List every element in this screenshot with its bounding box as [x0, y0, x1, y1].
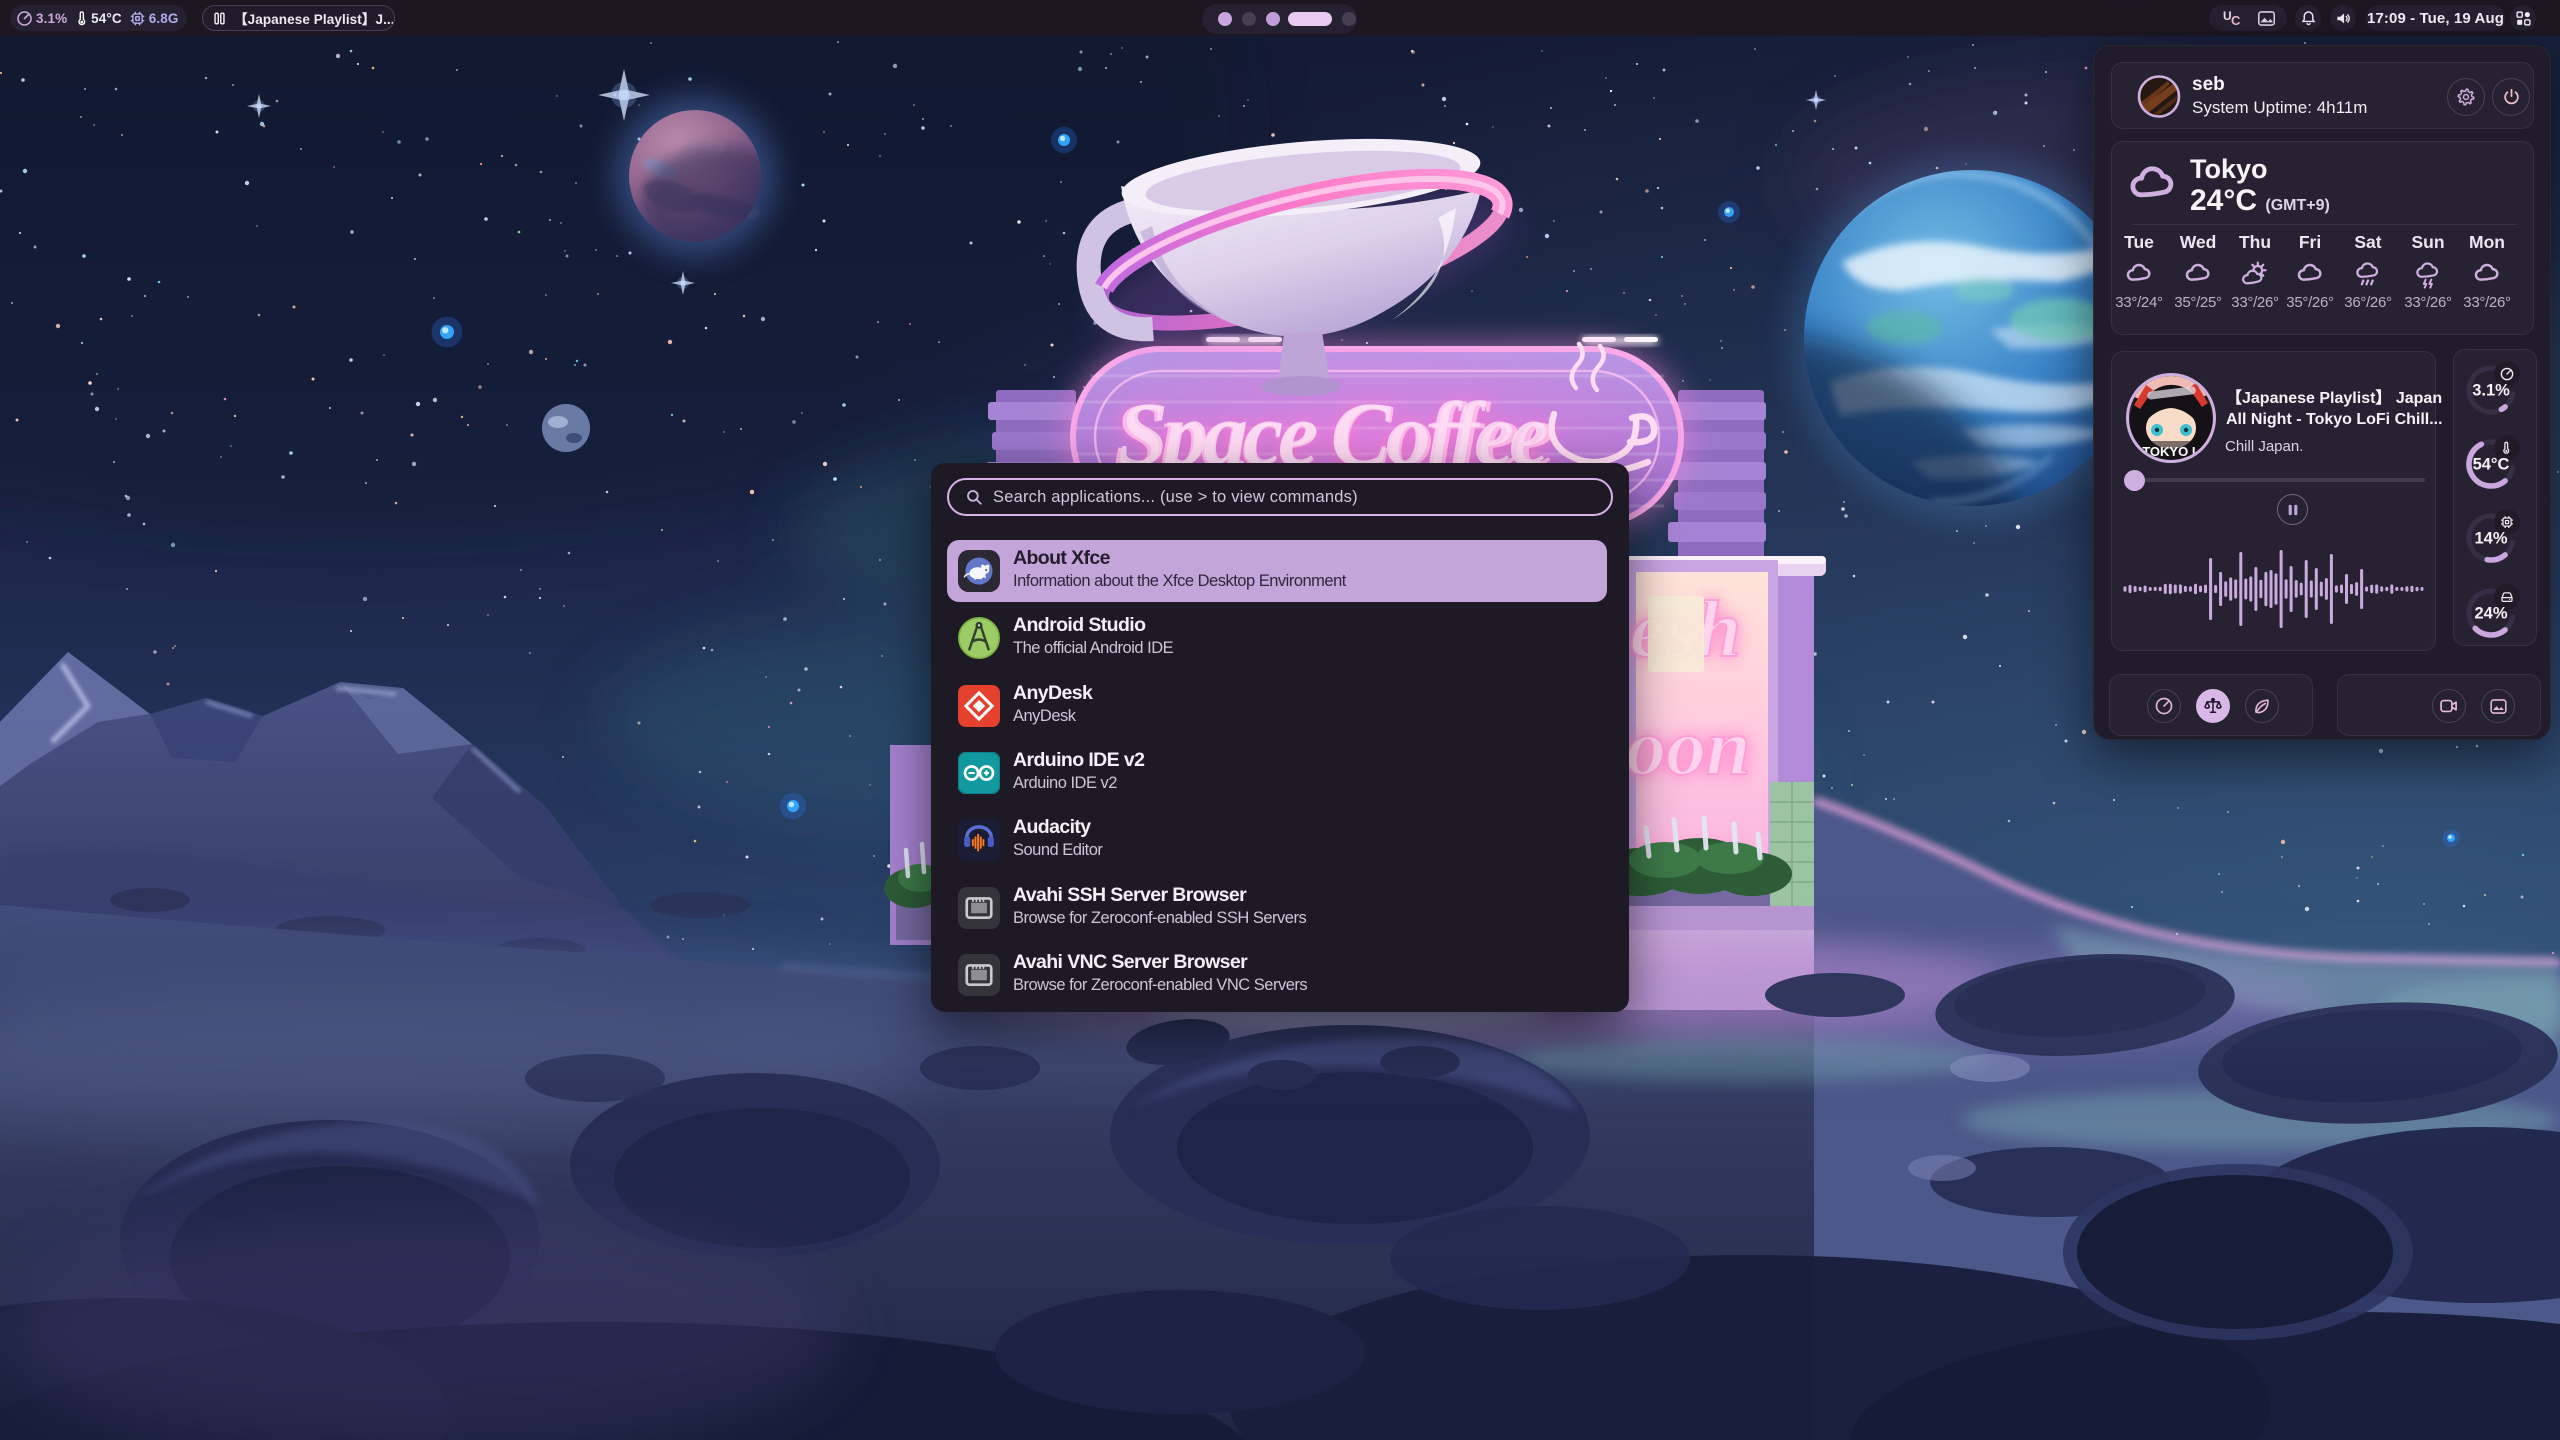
svg-text:oon: oon — [1626, 704, 1751, 792]
svg-text:24%: 24% — [2474, 605, 2507, 623]
svg-text:14%: 14% — [2474, 530, 2507, 548]
svg-text:3.1%: 3.1% — [2472, 382, 2510, 400]
svg-text:54°C: 54°C — [2473, 456, 2510, 474]
svg-text:C: C — [2231, 13, 2241, 28]
